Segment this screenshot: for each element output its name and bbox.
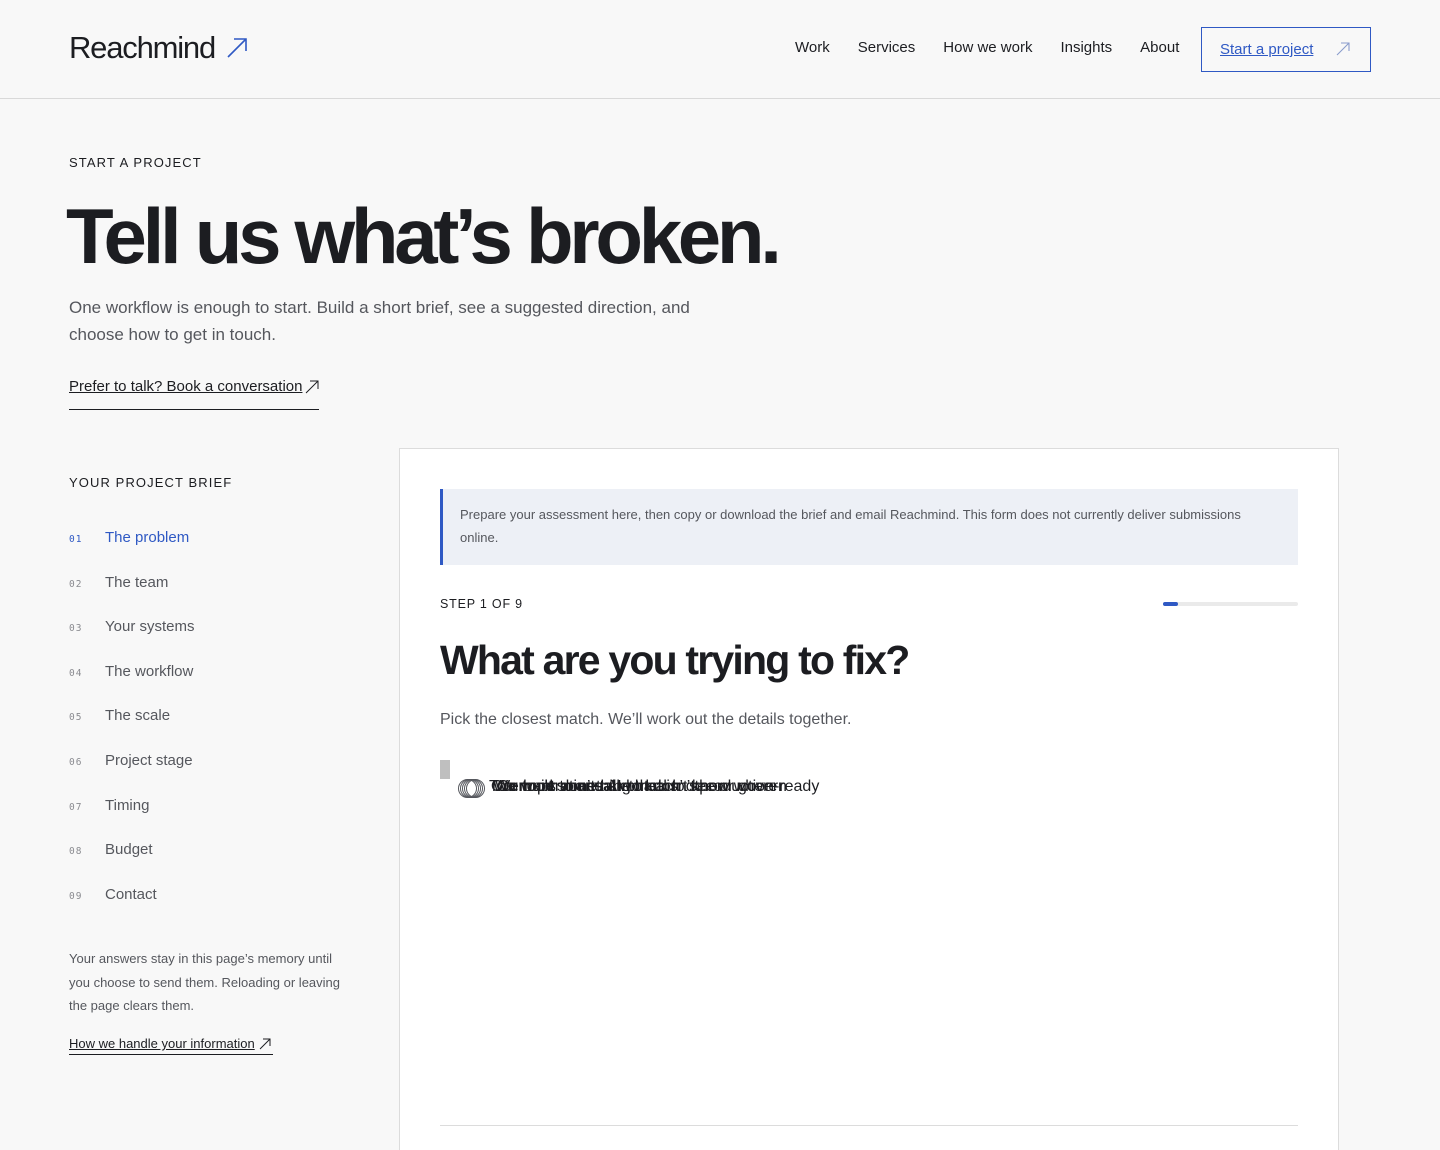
step-indicator: STEP 1 OF 9 <box>440 597 523 611</box>
step-number: 07 <box>69 801 83 813</box>
step-number: 06 <box>69 756 83 768</box>
step-number: 02 <box>69 578 83 590</box>
step-label: Budget <box>105 841 153 859</box>
arrow-up-right-icon <box>259 1038 271 1050</box>
nav-work[interactable]: Work <box>795 39 830 56</box>
step-item-budget[interactable]: 08 Budget <box>69 838 329 883</box>
start-project-button[interactable]: Start a project <box>1201 27 1371 72</box>
progress-fill <box>1163 602 1178 606</box>
privacy-link[interactable]: How we handle your information <box>69 1036 273 1055</box>
step-label: Contact <box>105 885 157 903</box>
step-item-contact[interactable]: 09 Contact <box>69 883 329 928</box>
step-item-scale[interactable]: 05 The scale <box>69 704 329 749</box>
brief-steps: 01 The problem 02 The team 03 Your syste… <box>69 526 329 927</box>
nav-how-we-work[interactable]: How we work <box>943 39 1032 56</box>
step-label: The team <box>105 573 169 591</box>
step-item-project-stage[interactable]: 06 Project stage <box>69 749 329 794</box>
divider <box>440 1125 1298 1126</box>
step-label: Your systems <box>105 618 195 636</box>
question-title: What are you trying to fix? <box>440 637 910 683</box>
step-number: 01 <box>69 534 83 545</box>
step-number: 05 <box>69 712 83 724</box>
step-item-systems[interactable]: 03 Your systems <box>69 615 329 660</box>
step-label: Project stage <box>105 751 193 769</box>
step-number: 09 <box>69 890 83 902</box>
brief-form-card: Prepare your assessment here, then copy … <box>399 448 1339 1150</box>
step-label: The scale <box>105 707 171 725</box>
progress-bar <box>1163 602 1298 606</box>
site-header: Reachmind Work Services How we work Insi… <box>0 0 1440 99</box>
brief-sidebar-title: YOUR PROJECT BRIEF <box>69 475 233 490</box>
step-number: 04 <box>69 667 83 679</box>
step-number: 08 <box>69 846 83 858</box>
step-label: The problem <box>105 529 190 546</box>
page-title: Tell us what’s broken. <box>66 192 782 280</box>
answer-options: Too much manual work Our tools don’t tal… <box>440 760 1298 798</box>
option-operations-visibility[interactable]: Our operations are hard to see or govern <box>448 760 787 798</box>
form-notice: Prepare your assessment here, then copy … <box>440 489 1298 565</box>
option-label: Our operations are hard to see or govern <box>497 778 787 795</box>
step-item-timing[interactable]: 07 Timing <box>69 794 329 839</box>
book-conversation-label: Prefer to talk? Book a conversation <box>69 378 303 395</box>
privacy-link-label: How we handle your information <box>69 1036 255 1051</box>
hero-eyebrow: START A PROJECT <box>69 155 202 170</box>
nav-services[interactable]: Services <box>858 39 916 56</box>
step-label: The workflow <box>105 662 194 680</box>
step-item-team[interactable]: 02 The team <box>69 571 329 616</box>
hero-subtitle: One workflow is enough to start. Build a… <box>69 298 690 344</box>
arrow-up-right-icon <box>227 38 247 58</box>
book-conversation-link[interactable]: Prefer to talk? Book a conversation <box>69 378 319 410</box>
question-hint: Pick the closest match. We’ll work out t… <box>440 711 852 728</box>
logo-text: Reachmind <box>69 30 216 65</box>
main-nav: Work Services How we work Insights About <box>795 39 1207 56</box>
radio-button[interactable] <box>466 779 485 798</box>
step-item-problem[interactable]: 01 The problem <box>69 526 329 571</box>
arrow-up-right-icon <box>305 380 319 394</box>
arrow-up-right-icon <box>1336 42 1350 56</box>
logo[interactable]: Reachmind <box>69 30 247 66</box>
nav-insights[interactable]: Insights <box>1060 39 1112 56</box>
nav-about[interactable]: About <box>1140 39 1179 56</box>
step-number: 03 <box>69 623 83 635</box>
privacy-note: Your answers stay in this page’s memory … <box>69 951 341 1013</box>
start-project-label: Start a project <box>1220 41 1314 58</box>
step-item-workflow[interactable]: 04 The workflow <box>69 660 329 705</box>
step-label: Timing <box>105 796 150 814</box>
